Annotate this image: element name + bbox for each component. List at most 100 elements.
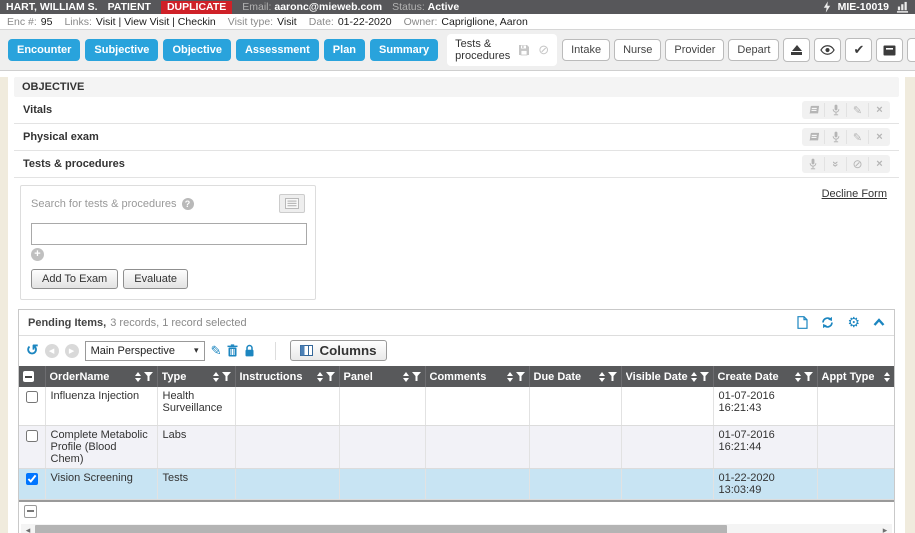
tab-bar-right-group: Intake Nurse Provider Depart ✔ [562,38,915,62]
col-comments[interactable]: Comments [425,366,529,387]
cell-ordername: Complete Metabolic Profile (Blood Chem) [45,425,157,468]
depart-button[interactable]: Depart [728,39,779,61]
tab-summary[interactable]: Summary [370,39,438,61]
help-icon[interactable]: ? [182,198,194,210]
col-appt-type[interactable]: Appt Type [817,366,894,387]
col-create-date[interactable]: Create Date [713,366,817,387]
horizontal-scrollbar[interactable]: ◂ ▸ [21,524,892,533]
col-visible-date[interactable]: Visible Date [621,366,713,387]
perspective-select[interactable]: Main Perspective ▾ [85,341,205,361]
links-label: Links: [64,16,91,28]
row-checkbox[interactable] [26,430,38,442]
provider-button[interactable]: Provider [665,39,724,61]
vitals-actions: ✎ × [802,101,890,119]
section-row-tests-procedures: Tests & procedures » ⊘ × [14,151,899,178]
tests-procedures-body: Decline Form Search for tests & procedur… [14,178,899,533]
columns-button[interactable]: Columns [290,340,386,361]
sort-icon[interactable] [507,372,513,382]
col-ordername[interactable]: OrderName [45,366,157,387]
decline-slash-icon[interactable]: ⊘ [846,157,868,171]
delete-perspective-icon[interactable] [227,344,238,357]
sort-icon[interactable] [795,372,801,382]
scrollbar-thumb[interactable] [35,525,727,533]
visit-type-label: Visit type: [228,16,273,28]
tab-objective[interactable]: Objective [163,39,231,61]
pencil-icon[interactable]: ✎ [846,103,868,117]
close-icon[interactable]: × [868,157,890,171]
table-row-selected[interactable]: Vision Screening Tests 01-22-2020 13:03:… [19,468,894,499]
evaluate-button[interactable]: Evaluate [123,269,188,289]
collapse-panel-icon[interactable] [873,318,885,327]
save-icon[interactable] [518,44,530,56]
scroll-left-icon[interactable]: ◂ [21,524,35,533]
filter-icon [222,372,231,381]
col-panel[interactable]: Panel [339,366,425,387]
tests-search-input[interactable] [31,223,307,245]
pencil-icon[interactable]: ✎ [846,130,868,144]
new-document-icon[interactable] [797,316,808,329]
microphone-icon[interactable] [824,130,846,144]
table-row[interactable]: Influenza Injection Health Surveillance … [19,387,894,425]
cancel-icon[interactable]: ⊘ [538,44,549,56]
close-icon[interactable]: × [868,130,890,144]
tab-subjective[interactable]: Subjective [85,39,158,61]
add-row-icon[interactable]: + [31,248,44,261]
owner-value: Capriglione, Aaron [441,16,527,28]
chart-content-area: OBJECTIVE Vitals ✎ × Physical exam [8,77,905,533]
sort-icon[interactable] [599,372,605,382]
nurse-button[interactable]: Nurse [614,39,661,61]
sort-icon[interactable] [691,372,697,382]
book-icon[interactable] [802,130,824,144]
microphone-icon[interactable] [802,157,824,171]
eject-icon[interactable] [783,38,810,62]
cell-type: Tests [157,468,235,499]
refresh-icon[interactable] [821,316,834,329]
current-section-title: Tests & procedures [455,38,510,62]
patient-name: HART, WILLIAM S. [6,0,98,14]
tab-assessment[interactable]: Assessment [236,39,319,61]
sort-icon[interactable] [403,372,409,382]
collapse-chevrons-icon[interactable]: » [824,157,846,171]
archive-icon[interactable] [876,38,903,62]
table-row[interactable]: Complete Metabolic Profile (Blood Chem) … [19,425,894,468]
gear-icon[interactable]: ⚙ [847,316,860,329]
uncheck-all-icon[interactable] [23,371,34,382]
cell-appt-type [817,468,894,499]
microphone-icon[interactable] [824,103,846,117]
flash-icon[interactable] [823,1,831,13]
prev-perspective-icon[interactable]: ◀ [45,344,59,358]
tab-encounter[interactable]: Encounter [8,39,80,61]
lock-icon[interactable] [244,344,255,357]
enc-number-value: 95 [41,16,53,28]
col-instructions[interactable]: Instructions [235,366,339,387]
edit-perspective-icon[interactable]: ✎ [211,344,222,357]
tab-plan[interactable]: Plan [324,39,365,61]
col-type[interactable]: Type [157,366,235,387]
undo-icon[interactable]: ↺ [26,344,39,358]
section-row-vitals: Vitals ✎ × [14,97,899,124]
book-icon[interactable] [802,103,824,117]
close-icon[interactable]: × [868,103,890,117]
add-to-exam-button-top[interactable]: Add To Exam [31,269,118,289]
row-checkbox[interactable] [26,391,38,403]
sort-icon[interactable] [884,372,890,382]
row-checkbox[interactable] [26,473,38,485]
list-picker-icon[interactable] [279,194,305,213]
collapse-rows-icon[interactable] [24,505,37,518]
decline-form-link[interactable]: Decline Form [822,188,887,200]
tests-search-panel: Search for tests & procedures ? + Add To… [20,185,316,300]
check-icon[interactable]: ✔ [845,38,872,62]
links-value[interactable]: Visit | View Visit | Checkin [96,16,216,28]
col-due-date[interactable]: Due Date [529,366,621,387]
sort-icon[interactable] [135,372,141,382]
next-perspective-icon[interactable]: ▶ [65,344,79,358]
eye-icon[interactable] [814,38,841,62]
scroll-right-icon[interactable]: ▸ [878,524,892,533]
intake-button[interactable]: Intake [562,39,610,61]
sort-icon[interactable] [213,372,219,382]
chart-icon[interactable] [896,1,909,13]
book-icon[interactable] [907,38,915,62]
cell-create-date: 01-22-2020 13:03:49 [713,468,817,499]
filter-icon [144,372,153,381]
sort-icon[interactable] [317,372,323,382]
